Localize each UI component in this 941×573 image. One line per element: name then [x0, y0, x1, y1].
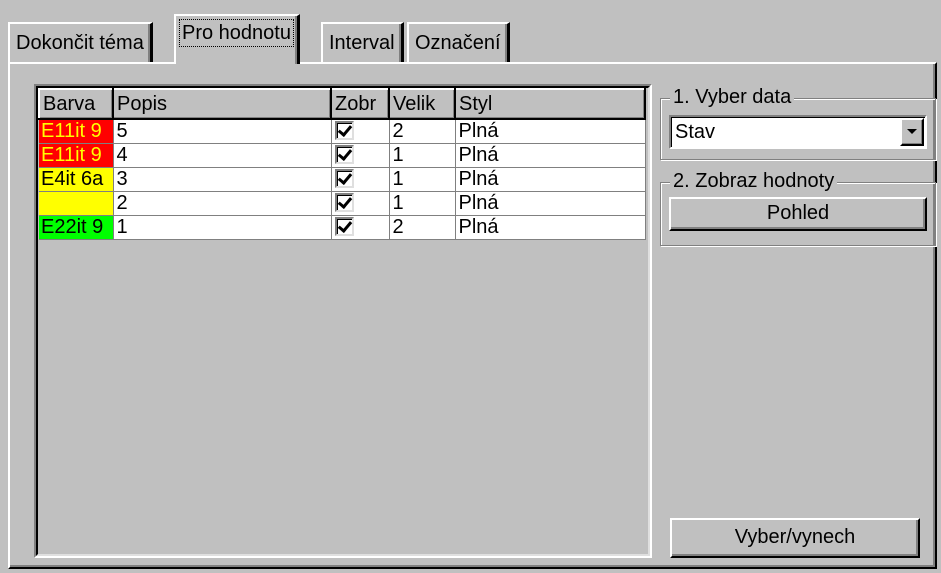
show-values-group-title: 2. Zobraz hodnoty	[670, 170, 838, 193]
zobr-cell[interactable]	[331, 143, 390, 168]
velik-cell[interactable]: 2	[389, 215, 456, 240]
zobr-cell[interactable]	[331, 167, 390, 192]
velik-cell[interactable]: 1	[389, 143, 456, 168]
column-header-styl[interactable]: Styl	[454, 88, 646, 120]
zobr-cell[interactable]	[331, 191, 390, 216]
table-row[interactable]: E4it 6a 3 1 Plná	[39, 167, 646, 192]
tab-panel: Barva Popis Zobr Velik Styl E11it 9 5 2 …	[8, 62, 937, 569]
value-grid[interactable]: Barva Popis Zobr Velik Styl E11it 9 5 2 …	[34, 84, 652, 558]
table-row[interactable]: 2 1 Plná	[39, 191, 646, 216]
velik-cell[interactable]: 1	[389, 191, 456, 216]
grid-frame: Barva Popis Zobr Velik Styl E11it 9 5 2 …	[36, 86, 650, 556]
styl-cell[interactable]: Plná	[455, 167, 646, 192]
zobr-cell[interactable]	[331, 119, 390, 144]
color-swatch-cell[interactable]: E4it 6a	[39, 167, 114, 192]
value-table: Barva Popis Zobr Velik Styl E11it 9 5 2 …	[38, 88, 646, 240]
show-checkbox[interactable]	[334, 192, 354, 212]
table-row[interactable]: E11it 9 4 1 Plná	[39, 143, 646, 168]
column-header-popis[interactable]: Popis	[112, 88, 332, 120]
table-row[interactable]: E22it 9 1 2 Plná	[39, 215, 646, 240]
tab-label: Dokončit téma	[16, 32, 144, 54]
velik-cell[interactable]: 2	[389, 119, 456, 144]
tab-label: Pro hodnotu	[179, 19, 294, 47]
show-checkbox[interactable]	[334, 168, 354, 188]
styl-cell[interactable]: Plná	[455, 119, 646, 144]
styl-cell[interactable]: Plná	[455, 191, 646, 216]
table-header-row: Barva Popis Zobr Velik Styl	[38, 88, 646, 120]
data-select-combobox[interactable]: Stav	[669, 115, 927, 149]
data-select-value: Stav	[675, 121, 716, 143]
column-header-velik[interactable]: Velik	[388, 88, 456, 120]
tab-label: Interval	[329, 32, 395, 54]
color-swatch-cell[interactable]	[39, 191, 114, 216]
show-checkbox[interactable]	[334, 216, 354, 236]
color-swatch-cell[interactable]: E11it 9	[39, 143, 114, 168]
popis-cell[interactable]: 4	[113, 143, 332, 168]
styl-cell[interactable]: Plná	[455, 143, 646, 168]
velik-cell[interactable]: 1	[389, 167, 456, 192]
popis-cell[interactable]: 1	[113, 215, 332, 240]
tab-label: Označení	[415, 32, 501, 54]
chevron-down-icon[interactable]	[900, 118, 924, 146]
tab-interval[interactable]: Interval	[321, 22, 404, 62]
tab-oznaceni[interactable]: Označení	[407, 22, 510, 62]
show-values-group: 2. Zobraz hodnoty Pohled	[660, 170, 936, 246]
select-data-group-title: 1. Vyber data	[670, 86, 795, 109]
tab-pro-hodnotu[interactable]: Pro hodnotu	[174, 14, 300, 64]
popis-cell[interactable]: 5	[113, 119, 332, 144]
popis-cell[interactable]: 2	[113, 191, 332, 216]
toggle-selection-button[interactable]: Vyber/vynech	[670, 518, 920, 558]
color-swatch-cell[interactable]: E22it 9	[39, 215, 114, 240]
popis-cell[interactable]: 3	[113, 167, 332, 192]
zobr-cell[interactable]	[331, 215, 390, 240]
view-button[interactable]: Pohled	[669, 197, 927, 231]
column-header-zobr[interactable]: Zobr	[330, 88, 390, 120]
table-row[interactable]: E11it 9 5 2 Plná	[39, 119, 646, 144]
select-data-group: 1. Vyber data Stav	[660, 86, 936, 160]
tab-dokoncit-tema[interactable]: Dokončit téma	[8, 22, 153, 62]
show-checkbox[interactable]	[334, 144, 354, 164]
column-header-barva[interactable]: Barva	[38, 88, 114, 120]
color-swatch-cell[interactable]: E11it 9	[39, 119, 114, 144]
styl-cell[interactable]: Plná	[455, 215, 646, 240]
show-checkbox[interactable]	[334, 120, 354, 140]
